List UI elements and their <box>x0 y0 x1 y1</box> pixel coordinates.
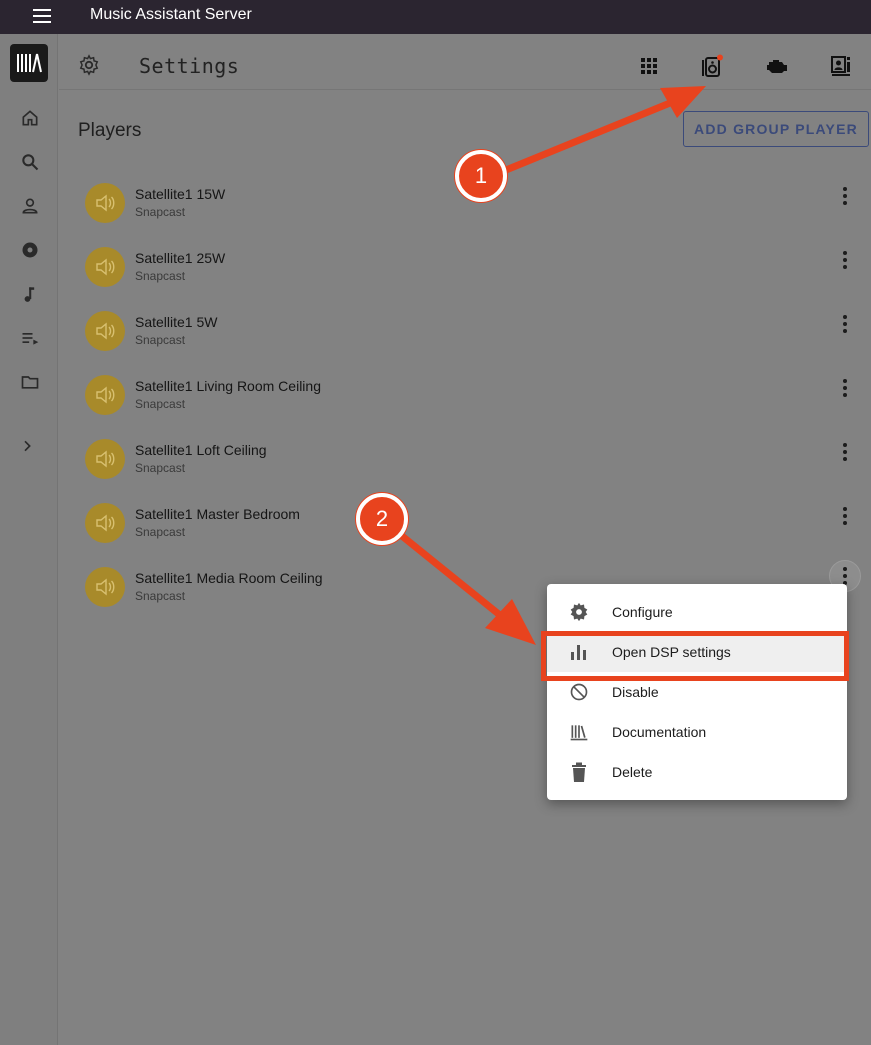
speaker-avatar-icon <box>85 567 125 607</box>
library-icon <box>567 720 591 744</box>
menu-item-delete[interactable]: Delete <box>547 752 847 792</box>
playlist-icon[interactable] <box>17 325 43 351</box>
more-vert-icon[interactable] <box>833 504 857 528</box>
nav-rail <box>0 34 58 1045</box>
player-row[interactable]: Satellite1 5W Snapcast <box>59 302 871 366</box>
page-title: Settings <box>139 54 240 78</box>
album-icon[interactable] <box>17 237 43 263</box>
settings-header: Settings <box>59 34 871 90</box>
app-top-bar: Music Assistant Server <box>0 0 871 34</box>
speaker-avatar-icon <box>85 183 125 223</box>
add-group-player-button[interactable]: ADD GROUP PLAYER <box>683 111 869 147</box>
artist-icon[interactable] <box>17 193 43 219</box>
more-vert-icon[interactable] <box>833 376 857 400</box>
menu-item-label: Documentation <box>612 724 707 740</box>
player-name: Satellite1 Media Room Ceiling <box>135 570 323 586</box>
speaker-avatar-icon <box>85 439 125 479</box>
player-row[interactable]: Satellite1 Master Bedroom Snapcast <box>59 494 871 558</box>
menu-item-label: Delete <box>612 764 653 780</box>
highlight-box <box>541 631 849 681</box>
more-vert-icon[interactable] <box>833 248 857 272</box>
callout-step-1: 1 <box>455 150 507 202</box>
callout-step-2: 2 <box>356 493 408 545</box>
info-panel-icon[interactable] <box>829 54 853 78</box>
home-icon[interactable] <box>17 105 43 131</box>
hamburger-menu-icon[interactable] <box>30 6 54 26</box>
expand-rail-chevron-icon[interactable] <box>14 433 40 459</box>
player-context-menu: Configure Open DSP settings Disable Docu… <box>547 584 847 800</box>
player-provider: Snapcast <box>135 333 186 347</box>
menu-item-label: Disable <box>612 684 659 700</box>
more-vert-icon[interactable] <box>833 184 857 208</box>
player-name: Satellite1 5W <box>135 314 218 330</box>
player-provider: Snapcast <box>135 269 186 283</box>
more-vert-icon[interactable] <box>833 440 857 464</box>
player-provider: Snapcast <box>135 461 186 475</box>
player-row[interactable]: Satellite1 Living Room Ceiling Snapcast <box>59 366 871 430</box>
folder-icon[interactable] <box>17 369 43 395</box>
player-provider: Snapcast <box>135 397 186 411</box>
search-icon[interactable] <box>17 149 43 175</box>
player-name: Satellite1 15W <box>135 186 226 202</box>
engine-icon[interactable] <box>765 54 789 78</box>
speaker-avatar-icon <box>85 503 125 543</box>
player-row[interactable]: Satellite1 25W Snapcast <box>59 238 871 302</box>
app-logo[interactable] <box>10 44 48 82</box>
player-name: Satellite1 Living Room Ceiling <box>135 378 321 394</box>
block-icon <box>567 680 591 704</box>
speaker-avatar-icon <box>85 375 125 415</box>
grid-icon[interactable] <box>637 54 661 78</box>
speaker-avatar-icon <box>85 247 125 287</box>
menu-item-documentation[interactable]: Documentation <box>547 712 847 752</box>
player-name: Satellite1 Master Bedroom <box>135 506 300 522</box>
settings-gear-icon <box>78 54 100 81</box>
gear-icon <box>567 600 591 624</box>
more-vert-icon[interactable] <box>833 312 857 336</box>
speaker-avatar-icon <box>85 311 125 351</box>
player-name: Satellite1 Loft Ceiling <box>135 442 267 458</box>
app-title: Music Assistant Server <box>90 6 252 23</box>
player-provider: Snapcast <box>135 525 186 539</box>
player-provider: Snapcast <box>135 589 186 603</box>
player-provider: Snapcast <box>135 205 186 219</box>
players-heading: Players <box>78 120 142 141</box>
menu-item-label: Configure <box>612 604 673 620</box>
trash-icon <box>567 760 591 784</box>
track-icon[interactable] <box>17 281 43 307</box>
player-row[interactable]: Satellite1 Loft Ceiling Snapcast <box>59 430 871 494</box>
speaker-icon[interactable] <box>701 54 725 78</box>
player-name: Satellite1 25W <box>135 250 226 266</box>
menu-item-configure[interactable]: Configure <box>547 592 847 632</box>
